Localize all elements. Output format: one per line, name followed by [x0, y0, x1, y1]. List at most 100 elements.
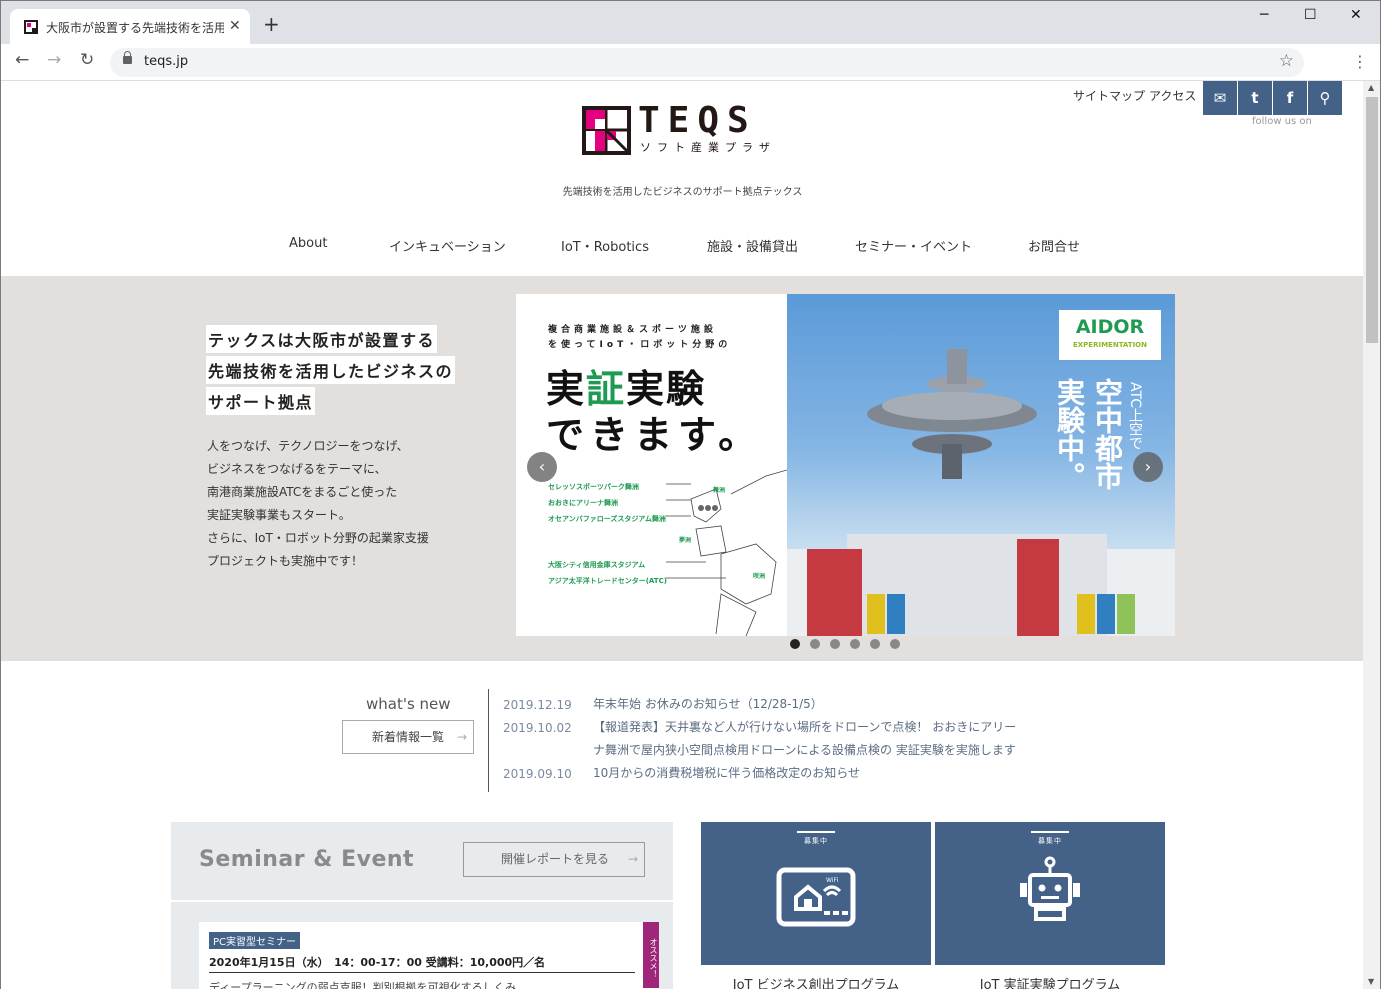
slider-dot[interactable]	[830, 639, 840, 649]
back-arrow-icon[interactable]: ←	[15, 52, 29, 69]
browser-tab[interactable]: 大阪市が設置する先端技術を活用 ✕	[10, 9, 250, 44]
hero-body-line: 実証実験事業もスタート。	[207, 508, 351, 522]
address-bar[interactable]: teqs.jp ☆	[110, 48, 1304, 77]
scroll-up-arrow-icon[interactable]: ▲	[1368, 83, 1374, 92]
aidor-badge-sub: EXPERIMENTATION	[1073, 341, 1147, 349]
scroll-down-arrow-icon[interactable]: ▼	[1368, 977, 1374, 986]
hero-body-line: 人をつなげ、テクノロジーをつなげ、	[207, 439, 409, 453]
hero-body-line: プロジェクトも実施中です！	[207, 554, 364, 568]
close-window-button[interactable]: ✕	[1350, 7, 1362, 23]
logo-sub-text: ソフト産業プラザ	[640, 141, 776, 154]
nav-item-iot-robotics[interactable]: IoT・Robotics	[561, 236, 649, 255]
program-card-iot-experiment[interactable]: 募集中	[935, 822, 1165, 965]
seminar-event-title: Seminar & Event	[199, 847, 415, 872]
slider-dot[interactable]	[810, 639, 820, 649]
event-report-button-label: 開催レポートを見る	[501, 852, 610, 866]
reload-icon[interactable]: ↻	[80, 52, 94, 69]
news-item-link[interactable]: 10月からの消費税増税に伴う価格改定のお知らせ	[593, 762, 1023, 785]
nav-item-seminar[interactable]: セミナー・イベント	[855, 236, 972, 255]
program-title-iot-business[interactable]: IoT ビジネス創出プログラム	[701, 974, 931, 989]
recommend-ribbon: オススメ！	[643, 922, 659, 988]
hero-slider[interactable]: 複合商業施設＆スポーツ施設 を使ってIoT・ロボット分野の 実証実験 できます。…	[516, 294, 1175, 636]
map-label: 夢洲	[679, 537, 692, 544]
sitemap-link[interactable]: サイトマップ	[1073, 87, 1145, 104]
news-date: 2019.12.19	[503, 698, 572, 712]
slider-prev-arrow-icon[interactable]: ‹	[527, 452, 557, 482]
minimize-button[interactable]: ─	[1260, 7, 1268, 23]
hero-body-line: 南港商業施設ATCをまるごと使った	[207, 485, 398, 499]
arrow-right-icon: →	[456, 730, 467, 744]
page-scrollbar[interactable]: ▲ ▼	[1363, 81, 1381, 989]
slide-vertical-text-2: 空中都市	[1091, 378, 1124, 490]
program-card-iot-business[interactable]: 募集中 WiFi	[701, 822, 931, 965]
url-text: teqs.jp	[144, 54, 189, 69]
slide-vertical-text-1: ATC上空で	[1127, 382, 1143, 450]
news-date: 2019.09.10	[503, 767, 572, 781]
news-list-button[interactable]: 新着情報一覧 →	[342, 720, 474, 754]
news-date: 2019.10.02	[503, 721, 572, 735]
site-favicon-icon	[24, 20, 38, 34]
scrollbar-thumb[interactable]	[1366, 97, 1378, 343]
arrow-right-icon: →	[627, 852, 638, 866]
event-date: 2020年1月15日（水） 14：00-17：00 受講料：10,000円／名	[209, 956, 546, 969]
tab-title: 大阪市が設置する先端技術を活用	[46, 21, 224, 35]
site-tagline: 先端技術を活用したビジネスのサポート拠点テックス	[562, 187, 803, 198]
news-divider	[488, 689, 489, 792]
hero-headline-line1: テックスは大阪市が設置する	[206, 325, 438, 353]
nav-item-contact[interactable]: お問合せ	[1028, 236, 1080, 255]
section-divider	[171, 900, 673, 902]
new-tab-button[interactable]: +	[263, 14, 280, 34]
slider-dot[interactable]	[870, 639, 880, 649]
maximize-button[interactable]: ☐	[1304, 7, 1317, 23]
hero-body: 人をつなげ、テクノロジーをつなげ、 ビジネスをつなげるをテーマに、 南港商業施設…	[207, 435, 429, 573]
bookmark-star-icon[interactable]: ☆	[1279, 51, 1294, 71]
aidor-badge: AIDOR EXPERIMENTATION	[1059, 310, 1161, 360]
hero-section: テックスは大阪市が設置する 先端技術を活用したビジネスの サポート拠点 人をつな…	[1, 276, 1363, 661]
nav-item-about[interactable]: About	[289, 236, 327, 251]
page-viewport: サイトマップ アクセス ✉ t f ⚲ follow us on TEQS ソフ…	[0, 81, 1363, 989]
program-label-bar	[797, 831, 835, 833]
news-list-button-label: 新着情報一覧	[372, 730, 445, 744]
hero-body-line: さらに、IoT・ロボット分野の起業家支援	[207, 531, 429, 545]
forward-arrow-icon[interactable]: →	[47, 52, 61, 69]
slider-next-arrow-icon[interactable]: ›	[1133, 452, 1163, 482]
browser-chrome: 大阪市が設置する先端技術を活用 ✕ + ─ ☐ ✕ ← → ↻ teqs.jp …	[0, 0, 1381, 81]
hero-headline-line3: サポート拠点	[206, 387, 316, 415]
tab-close-icon[interactable]: ✕	[229, 18, 241, 34]
seminar-event-section: Seminar & Event 開催レポートを見る → PC実習型セミナー 202…	[171, 822, 673, 989]
event-card[interactable]: PC実習型セミナー 2020年1月15日（水） 14：00-17：00 受講料：…	[199, 922, 659, 989]
event-category-tag: PC実習型セミナー	[209, 932, 301, 949]
slider-dot[interactable]	[790, 639, 800, 649]
program-status-label: 募集中	[804, 837, 828, 845]
program-title-iot-experiment[interactable]: IoT 実証実験プログラム	[935, 974, 1165, 989]
event-description: ディープラーニングの弱点克服！判別根拠を可視化するしくみ	[209, 981, 517, 989]
svg-text:WiFi: WiFi	[826, 877, 838, 884]
access-link[interactable]: アクセス	[1149, 87, 1196, 104]
nav-item-incubation[interactable]: インキュベーション	[389, 236, 506, 255]
slide-vertical-text-3: 実験中。	[1053, 378, 1086, 490]
event-card-divider	[209, 972, 635, 973]
robot-icon	[1020, 856, 1080, 921]
program-label-bar	[1031, 831, 1069, 833]
search-icon[interactable]: ⚲	[1308, 81, 1342, 115]
event-report-button[interactable]: 開催レポートを見る →	[463, 842, 645, 877]
slide-right-panel: AIDOR EXPERIMENTATION 実験中。 空中都市 ATC上空で	[787, 294, 1175, 636]
lock-icon	[123, 51, 132, 64]
aidor-badge-title: AIDOR	[1075, 316, 1145, 338]
browser-menu-icon[interactable]: ⋮	[1352, 52, 1368, 71]
whats-new-title: what's new	[366, 695, 451, 713]
news-item-link[interactable]: 【報道発表】天井裏など人が行けない場所をドローンで点検！ おおきにアリーナ舞洲で…	[593, 716, 1023, 762]
slider-dot[interactable]	[890, 639, 900, 649]
map-label: 舞洲	[713, 487, 726, 494]
slider-dot[interactable]	[850, 639, 860, 649]
tab-bar: 大阪市が設置する先端技術を活用 ✕ + ─ ☐ ✕	[1, 1, 1380, 44]
browser-toolbar: ← → ↻ teqs.jp ☆ ⋮	[1, 44, 1380, 81]
facebook-icon[interactable]: f	[1273, 81, 1307, 115]
program-status-label: 募集中	[1038, 837, 1062, 845]
tablet-wifi-icon: WiFi	[776, 867, 856, 927]
twitter-icon[interactable]: t	[1238, 81, 1272, 115]
nav-item-facilities[interactable]: 施設・設備貸出	[707, 236, 798, 255]
news-item-link[interactable]: 年末年始 お休みのお知らせ（12/28-1/5）	[593, 693, 1023, 716]
teqs-logo[interactable]: TEQS ソフト産業プラザ	[582, 100, 784, 156]
mail-icon[interactable]: ✉	[1203, 81, 1237, 115]
